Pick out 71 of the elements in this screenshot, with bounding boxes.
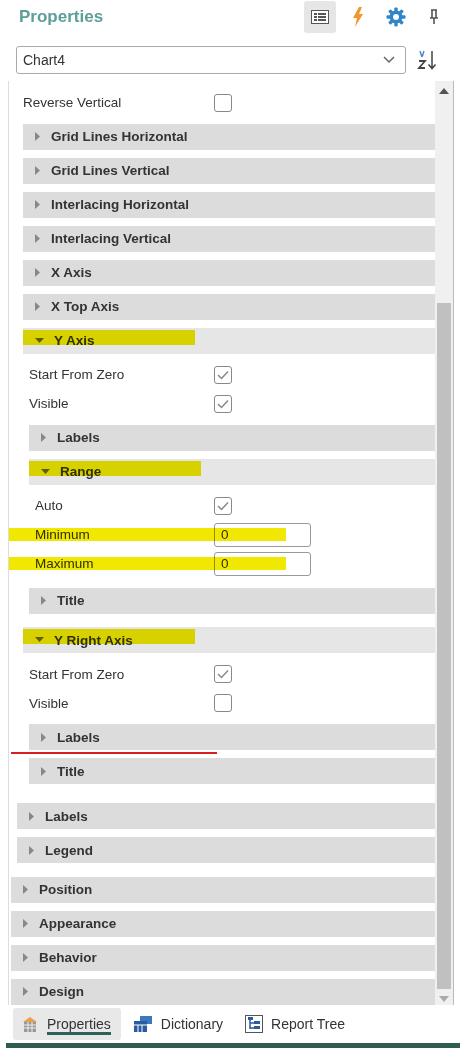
table-icon	[132, 1015, 153, 1033]
group-header[interactable]: Grid Lines Horizontal	[23, 123, 435, 150]
caret-icon	[23, 987, 29, 996]
group-header[interactable]: Grid Lines Vertical	[23, 157, 435, 184]
scroll-up-icon[interactable]	[439, 88, 449, 94]
input-field[interactable]: 0	[214, 551, 311, 576]
caret-icon	[23, 919, 29, 928]
property-label: Reverse Vertical	[23, 95, 123, 110]
caret-icon	[41, 732, 47, 742]
group-header[interactable]: Interlacing Horizontal	[23, 191, 435, 218]
property-label: Auto	[35, 498, 64, 513]
component-dropdown[interactable]: Chart4	[16, 46, 406, 74]
property-label: Minimum	[35, 527, 91, 542]
panel-title: Properties	[19, 7, 105, 27]
checkbox[interactable]	[214, 694, 232, 712]
property-label: Maximum	[35, 556, 95, 571]
group-header[interactable]: Labels	[17, 803, 435, 829]
caret-icon	[35, 234, 41, 243]
caret-icon	[35, 302, 41, 311]
panel-tab[interactable]: Dictionary	[124, 1008, 234, 1040]
check-icon	[217, 669, 229, 679]
sort-az-icon[interactable]	[417, 49, 439, 71]
list-icon	[311, 10, 329, 24]
caret-icon	[23, 953, 29, 962]
caret-icon	[41, 766, 47, 776]
panel-tab[interactable]: Properties	[13, 1008, 121, 1040]
checkbox[interactable]	[214, 394, 232, 413]
group-header[interactable]: Design	[11, 978, 435, 1005]
group-header[interactable]: Behavior	[11, 944, 435, 971]
settings-icon	[386, 7, 406, 27]
group-header[interactable]: Position	[11, 876, 435, 903]
group-header[interactable]: Labels	[29, 724, 435, 750]
scrollbar-thumb[interactable]	[437, 303, 451, 989]
pin-icon	[429, 9, 439, 25]
input-field[interactable]: 0	[214, 522, 311, 547]
group-header[interactable]: Labels	[29, 424, 435, 451]
group-header[interactable]: Interlacing Vertical	[23, 225, 435, 252]
caret-icon	[23, 885, 29, 894]
scroll-down-icon[interactable]	[439, 996, 449, 1002]
checkbox[interactable]	[214, 496, 232, 515]
caret-icon	[35, 132, 41, 141]
caret-icon	[41, 433, 47, 442]
box-icon	[21, 1015, 39, 1033]
caret-icon	[35, 268, 41, 277]
caret-icon	[29, 845, 35, 855]
scrollbar[interactable]	[435, 81, 454, 1005]
group-header[interactable]: X Top Axis	[23, 293, 435, 320]
group-header[interactable]: X Axis	[23, 259, 435, 286]
check-icon	[217, 398, 229, 409]
property-grid-button[interactable]	[304, 1, 336, 33]
chevron-down-icon	[383, 56, 395, 64]
checkbox[interactable]	[214, 93, 232, 112]
group-header[interactable]: Title	[29, 587, 435, 614]
check-icon	[217, 500, 229, 511]
check-icon	[217, 369, 229, 380]
tree-icon	[245, 1015, 264, 1033]
caret-icon	[41, 596, 47, 605]
lightning-icon	[352, 7, 364, 27]
caret-icon	[35, 200, 41, 209]
checkbox[interactable]	[214, 665, 232, 683]
panel-tab[interactable]: Report Tree	[237, 1008, 355, 1040]
property-label: Visible	[29, 695, 70, 711]
property-label: Visible	[29, 396, 70, 411]
group-header[interactable]: Legend	[17, 837, 435, 863]
group-header[interactable]: Title	[29, 758, 435, 784]
caret-icon	[29, 811, 35, 821]
caret-icon	[35, 166, 41, 175]
checkbox[interactable]	[214, 365, 232, 384]
property-label: Start From Zero	[29, 666, 126, 682]
property-label: Start From Zero	[29, 367, 126, 382]
group-header[interactable]: Appearance	[11, 910, 435, 937]
